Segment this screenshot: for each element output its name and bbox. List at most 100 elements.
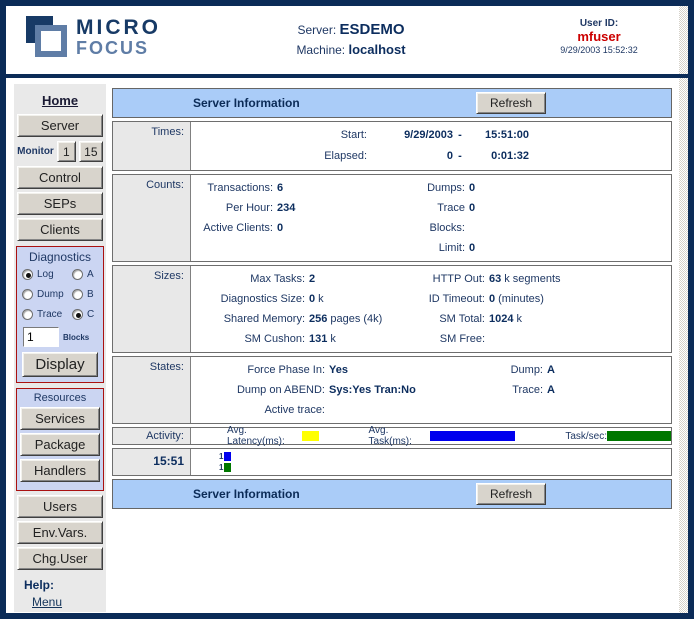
shared-memory-field: Shared Memory: 256pages (4k) [191,309,407,329]
seps-button[interactable]: SEPs [17,192,103,215]
http-out-field: HTTP Out: 63k segments [407,269,671,289]
help-section: Help: Menu This Page Contents [24,578,106,619]
transactions-field: Transactions: 6 [191,178,407,198]
monitor-interval-button[interactable]: 1 [57,141,76,162]
a-radio-label: A [87,269,94,280]
counts-row: Counts: Transactions: 6 Per Hour: 234 Ac… [112,174,672,262]
b-radio-item: B [72,289,104,300]
refresh-button-top[interactable]: Refresh [476,92,546,114]
page-header: MICRO FOCUS Server: ESDEMO Machine: loca… [6,6,688,74]
sm-cushon-field: SM Cushon: 131k [191,329,407,349]
help-this-page-link[interactable]: This Page [32,611,106,619]
a-radio-item: A [72,269,104,280]
elapsed-dash: - [453,146,467,167]
display-button[interactable]: Display [22,352,98,377]
elapsed-time-line: Elapsed: 0 - 0:01:32 [191,146,671,167]
force-phase-in-field: Force Phase In: Yes [191,360,455,380]
control-button[interactable]: Control [17,166,103,189]
services-button[interactable]: Services [20,407,100,430]
dump-radio-label: Dump [37,289,64,300]
dump-radio-item: Dump [22,289,72,300]
task-per-sec-bar [607,431,671,441]
server-label: Server: [297,23,336,37]
machine-name: localhost [348,42,405,57]
resources-panel: Resources Services Package Handlers [16,388,104,491]
start-time-value: 15:51:00 [467,125,529,146]
elapsed-label: Elapsed: [191,146,367,167]
avg-latency-swatch [302,431,319,441]
max-tasks-field: Max Tasks: 2 [191,269,407,289]
active-clients-field: Active Clients: 0 [191,218,407,238]
a-radio[interactable] [72,269,83,280]
c-radio-label: C [87,309,94,320]
c-radio[interactable] [72,309,83,320]
resources-title: Resources [17,392,103,404]
user-id-label: User ID: [544,18,654,29]
timeline-tasksec-entry: 1 [219,462,671,473]
monitor-label: Monitor [17,146,54,157]
user-id-value: mfuser [544,29,654,45]
sm-free-field: SM Free: [407,329,671,349]
monitor-count-button[interactable]: 15 [79,141,103,162]
sm-total-field: SM Total: 1024k [407,309,671,329]
user-info: User ID: mfuser 9/29/2003 15:52:32 [544,18,654,55]
times-row-label: Times: [113,122,191,170]
diagnostics-title: Diagnostics [17,250,103,264]
dump-on-abend-field: Dump on ABEND: Sys:Yes Tran:No [191,380,455,400]
sizes-row-label: Sizes: [113,266,191,352]
times-row: Times: Start: 9/29/2003 - 15:51:00 Elaps… [112,121,672,171]
elapsed-time-value: 0:01:32 [467,146,529,167]
refresh-button-bottom[interactable]: Refresh [476,483,546,505]
trace-radio-label: Trace [37,309,62,320]
trace-blocks-field: Trace Blocks: 0 [407,198,671,238]
limit-field: Limit: 0 [407,238,671,258]
dumps-field: Dumps: 0 [407,178,671,198]
logo-text-micro: MICRO [76,18,161,38]
task-per-sec-legend: Task/sec: [565,431,671,442]
help-menu-link[interactable]: Menu [32,594,106,611]
avg-task-bar [430,431,516,441]
main-panel: Server Information Refresh Times: Start:… [112,88,672,512]
server-identity: Server: ESDEMO Machine: localhost [236,20,466,60]
env-vars-button[interactable]: Env.Vars. [17,521,103,544]
start-dash: - [453,125,467,146]
users-button[interactable]: Users [17,495,103,518]
diagnostics-panel: Diagnostics Log A Dump [16,246,104,383]
blocks-label: Blocks [63,333,89,342]
sidebar: Home Server Monitor 1 15 Control SEPs Cl… [14,84,106,612]
states-row-label: States: [113,357,191,423]
blocks-input[interactable] [23,327,59,347]
clients-button[interactable]: Clients [17,218,103,241]
trace-radio[interactable] [22,309,33,320]
per-hour-field: Per Hour: 234 [191,198,407,218]
server-button[interactable]: Server [17,114,103,137]
help-label: Help: [24,578,106,592]
timeline-green-bar [224,463,231,472]
dump-radio[interactable] [22,289,33,300]
trace-state-field: Trace: A [455,380,671,400]
log-radio-item: Log [22,269,72,280]
timeline-time-label: 15:51 [113,449,191,475]
start-time-line: Start: 9/29/2003 - 15:51:00 [191,125,671,146]
timestamp: 9/29/2003 15:52:32 [544,45,654,55]
micro-focus-logo: MICRO FOCUS [26,14,166,66]
server-information-top-bar: Server Information Refresh [112,88,672,118]
server-information-bottom-bar: Server Information Refresh [112,479,672,509]
chg-user-button[interactable]: Chg.User [17,547,103,570]
b-radio-label: B [87,289,94,300]
timeline-task-entry: 1 [219,451,671,462]
home-link[interactable]: Home [14,93,106,108]
package-button[interactable]: Package [20,433,100,456]
start-date-value: 9/29/2003 [367,125,453,146]
b-radio[interactable] [72,289,83,300]
states-row: States: Force Phase In: Yes Dump on ABEN… [112,356,672,424]
handlers-button[interactable]: Handlers [20,459,100,482]
sizes-row: Sizes: Max Tasks: 2 Diagnostics Size: 0k… [112,265,672,353]
log-radio[interactable] [22,269,33,280]
avg-latency-legend: Avg. Latency(ms): [227,425,319,447]
timeline-row: 15:51 1 1 [112,448,672,476]
activity-row: Activity: Avg. Latency(ms): Avg. Task(ms… [112,427,672,445]
dump-state-field: Dump: A [455,360,671,380]
machine-label: Machine: [296,43,345,57]
timeline-blue-bar [224,452,231,461]
